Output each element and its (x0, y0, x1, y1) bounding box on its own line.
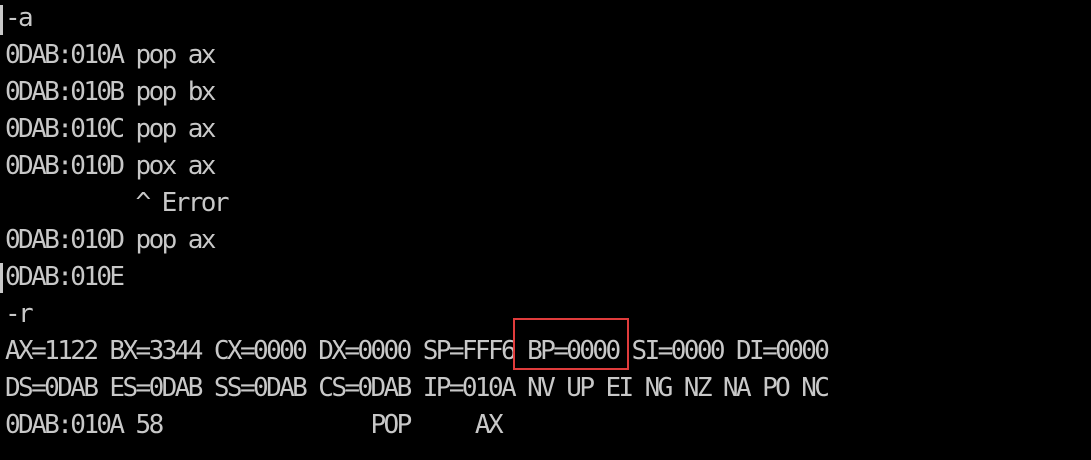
sp-register-highlight-box (513, 318, 629, 370)
terminal-window[interactable]: -a 0DAB:010A pop ax 0DAB:010B pop bx 0DA… (0, 0, 1091, 460)
terminal-line-instruction: 0DAB:010D pox ax (5, 151, 216, 181)
terminal-line-instruction: 0DAB:010C pop ax (5, 114, 216, 144)
terminal-line-segments-flags: DS=0DAB ES=0DAB SS=0DAB CS=0DAB IP=010A … (5, 373, 830, 403)
terminal-line-instruction: 0DAB:010A pop ax (5, 40, 216, 70)
terminal-line-assemble-command: -a (5, 3, 34, 33)
terminal-line-registers: AX=1122 BX=3344 CX=0000 DX=0000 SP=FFF6 … (5, 336, 830, 366)
terminal-line-register-command: -r (5, 299, 34, 329)
left-cursor-bar (0, 5, 3, 35)
terminal-line-error: ^ Error (5, 188, 230, 218)
terminal-line-disassembly: 0DAB:010A 58 POP AX (5, 410, 504, 440)
left-cursor-bar (0, 263, 3, 293)
terminal-line-instruction: 0DAB:010B pop bx (5, 77, 216, 107)
terminal-line-address-prompt: 0DAB:010E (5, 262, 125, 292)
terminal-line-instruction: 0DAB:010D pop ax (5, 225, 216, 255)
